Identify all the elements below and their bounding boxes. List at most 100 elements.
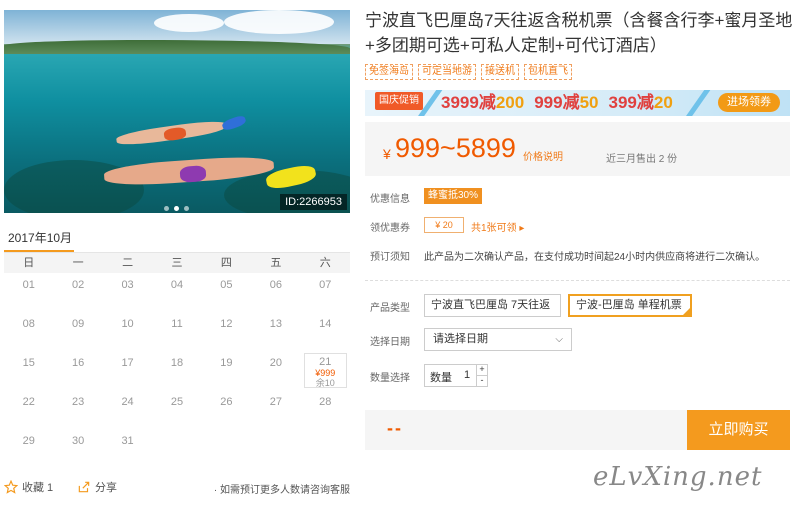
calendar-day-number: 13 [269, 318, 282, 330]
calendar-day: 28 [301, 390, 350, 429]
quantity-value[interactable]: 1 [461, 369, 473, 381]
calendar-day-number: 19 [220, 357, 233, 369]
quantity-decrease-button[interactable]: - [476, 376, 487, 387]
calendar-day: 14 [301, 312, 350, 351]
photo-cloud [154, 14, 224, 32]
price-range: 999~5899 [395, 133, 516, 163]
coupon-claim-link[interactable]: 共1张可领 ▸ [471, 219, 524, 234]
notice-label: 预订须知 [370, 252, 410, 263]
gallery-dot-active[interactable] [174, 206, 179, 211]
calendar-day-number: 12 [220, 318, 233, 330]
gallery-dot[interactable] [184, 206, 189, 211]
calendar-weekday: 日 [23, 257, 35, 269]
promo-deal-cut: 20 [653, 93, 673, 112]
calendar-day: 03 [103, 273, 152, 312]
buy-now-button[interactable]: 立即购买 [687, 410, 790, 450]
favorite-label: 收藏 1 [22, 482, 54, 494]
product-title: 宁波直飞巴厘岛7天往返含税机票（含餐含行李+蜜月圣地+多团期可选+可私人定制+可… [365, 11, 793, 55]
price-box: ¥ 999~5899 价格说明 近三月售出 2 份 [365, 122, 790, 176]
favorite-button[interactable]: 收藏 1 [4, 479, 53, 495]
calendar-day: 15 [4, 351, 53, 390]
calendar-day: 12 [202, 312, 251, 351]
calendar-day: 20 [251, 351, 300, 390]
quantity-stepper: 数量 1 + - [424, 364, 488, 387]
calendar-day-number: 29 [22, 435, 35, 447]
calendar-day-number: 21 [319, 356, 332, 368]
calendar-day-number: 02 [72, 279, 85, 291]
calendar-day: 27 [251, 390, 300, 429]
product-type-option-oneway[interactable]: 宁波-巴厘岛 单程机票 [568, 294, 692, 317]
calendar-day-number: 20 [269, 357, 282, 369]
gallery-dots[interactable] [164, 206, 189, 211]
calendar-day-available[interactable]: 21 ¥999 余10 [303, 353, 347, 388]
offer-label: 优惠信息 [370, 194, 410, 205]
promo-deal-cut-label: 减 [636, 93, 654, 112]
calendar-day-stock: 余10 [315, 378, 335, 388]
calendar-day-number: 09 [72, 318, 85, 330]
product-tag: 接送机 [481, 64, 519, 80]
product-photo[interactable]: ID:2266953 [4, 10, 350, 213]
sold-count: 近三月售出 2 份 [606, 154, 678, 165]
calendar-day: 18 [152, 351, 201, 390]
promo-deal-threshold: 399 [608, 93, 637, 112]
date-select[interactable]: 请选择日期 ⌵ [424, 328, 572, 351]
promo-deal-threshold: 999 [534, 93, 563, 112]
calendar-day: 26 [202, 390, 251, 429]
calendar-weekday: 四 [220, 257, 232, 269]
calendar-day-number: 30 [72, 435, 85, 447]
date-select-value: 请选择日期 [433, 333, 488, 345]
promo-deal-cut: 50 [579, 93, 599, 112]
claim-coupon-button[interactable]: 进场领券 [718, 93, 780, 112]
calendar-day: 30 [53, 429, 102, 468]
calendar-day: 05 [202, 273, 251, 312]
photo-cloud [224, 10, 334, 34]
calendar-day-number: 08 [22, 318, 35, 330]
product-type-option-roundtrip[interactable]: 宁波直飞巴厘岛 7天往返 [424, 294, 561, 317]
product-tag: 包机直飞 [524, 64, 572, 80]
calendar-day: 17 [103, 351, 152, 390]
calendar-day: 08 [4, 312, 53, 351]
calendar-weekday: 三 [171, 257, 183, 269]
calendar-day: 01 [4, 273, 53, 312]
contact-service-note: · 如需预订更多人数请咨询客服 [213, 485, 350, 496]
calendar-day-number: 23 [72, 396, 85, 408]
calendar-day: 09 [53, 312, 102, 351]
share-button[interactable]: 分享 [77, 479, 117, 495]
coupon-ticket[interactable]: ¥ 20 [424, 217, 464, 233]
gallery-dot[interactable] [164, 206, 169, 211]
calendar-day-number: 01 [22, 279, 35, 291]
star-icon [4, 480, 18, 494]
image-id-label: ID:2266953 [280, 194, 347, 210]
calendar-day-number: 28 [319, 396, 332, 408]
calendar-weekday: 五 [270, 257, 282, 269]
calendar-day-number: 11 [171, 318, 183, 330]
promo-deal-cut: 200 [495, 93, 525, 112]
section-divider [365, 280, 790, 281]
promo-ribbon: 国庆促销 [375, 92, 423, 110]
calendar-day-price: ¥999 [315, 368, 336, 378]
calendar: 日 一 二 三 四 五 六 01 02 03 04 05 06 07 08 09 10 11 12 13 14 15 16… [4, 253, 350, 468]
promo-deal: 399减20 [609, 93, 673, 112]
promo-deals: 3999减200 999 减 50 399减20 [441, 92, 683, 114]
price-explain-link[interactable]: 价格说明 [523, 148, 563, 163]
promo-banner[interactable]: 国庆促销 3999减200 999 减 50 399减20 进场领券 [365, 90, 790, 116]
snorkeler-1-swimwear [163, 126, 187, 142]
calendar-day-number: 27 [269, 396, 282, 408]
calendar-day: 19 [202, 351, 251, 390]
promo-deal: 3999减200 [441, 93, 524, 112]
calendar-day: 10 [103, 312, 152, 351]
left-footer: 收藏 1 分享 · 如需预订更多人数请咨询客服 [4, 479, 350, 499]
calendar-day: 11 [152, 312, 201, 351]
calendar-day-number: 25 [170, 396, 184, 408]
buy-bar: -- 立即购买 [365, 410, 790, 450]
calendar-day: 16 [53, 351, 102, 390]
calendar-day: 02 [53, 273, 102, 312]
calendar-day-number: 17 [121, 357, 134, 369]
notice-text: 此产品为二次确认产品，在支付成功时间起24小时内供应商将进行二次确认。 [424, 252, 766, 263]
calendar-day-number: 03 [121, 279, 134, 291]
calendar-weekday: 一 [72, 257, 84, 269]
calendar-weekday: 六 [319, 257, 331, 269]
calendar-month-tab[interactable]: 2017年10月 [4, 228, 74, 252]
calendar-weekday: 二 [122, 257, 134, 269]
quantity-label: 数量选择 [370, 373, 410, 384]
